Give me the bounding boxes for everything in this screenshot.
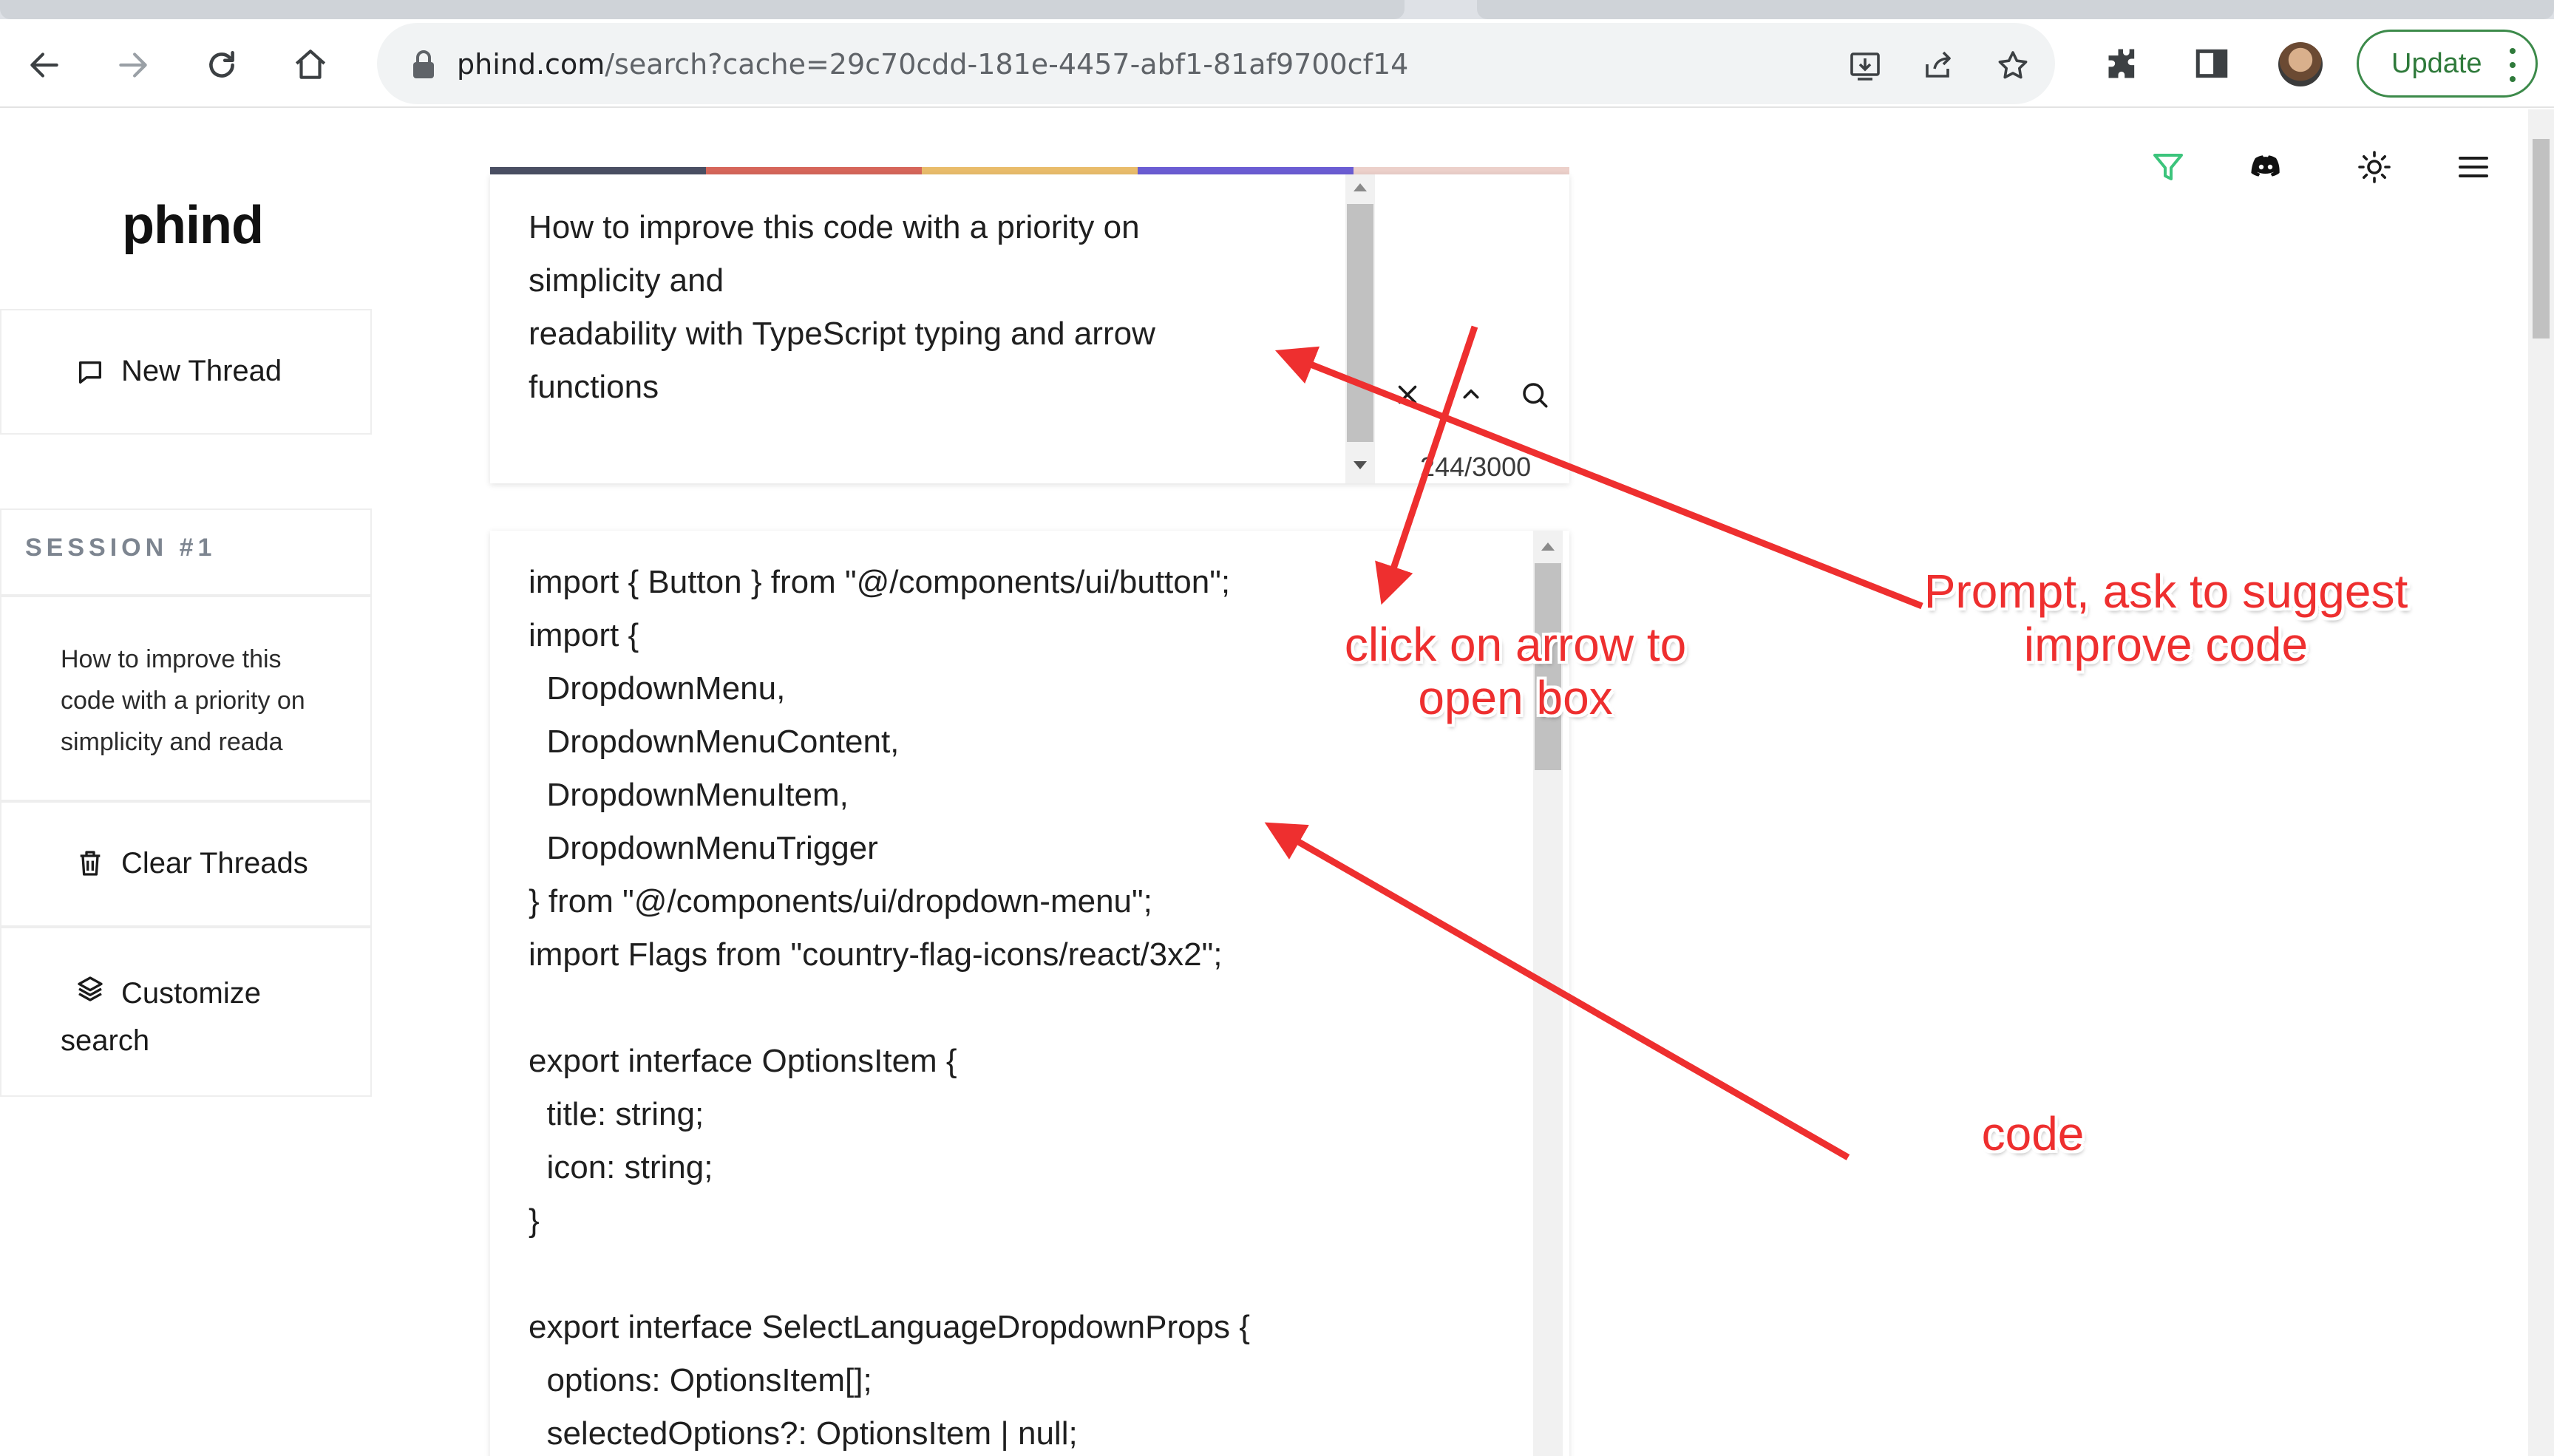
- scroll-down-arrow[interactable]: [1354, 461, 1367, 469]
- forward-icon[interactable]: [109, 41, 157, 89]
- url-path: /search?cache=29c70cdd-181e-4457-abf1-81…: [605, 48, 1409, 81]
- color-segment: [922, 167, 1138, 174]
- back-icon[interactable]: [21, 41, 68, 89]
- prompt-line: simplicity and: [529, 262, 724, 299]
- code-line: options: OptionsItem[];: [529, 1362, 872, 1398]
- hamburger-menu-icon[interactable]: [2453, 146, 2494, 188]
- chevron-up-icon[interactable]: [1450, 374, 1492, 415]
- inactive-tab[interactable]: [0, 0, 1405, 19]
- session-title: SESSION #1: [25, 534, 217, 562]
- color-segment: [706, 167, 922, 174]
- page-scrollbar[interactable]: [2528, 109, 2554, 1456]
- code-line: DropdownMenuTrigger: [529, 830, 878, 866]
- scrollbar-thumb[interactable]: [1347, 204, 1373, 442]
- prompt-line: readability with TypeScript typing and a…: [529, 316, 1155, 352]
- code-line: export interface OptionsItem {: [529, 1043, 957, 1079]
- browser-toolbar: phind.com/search?cache=29c70cdd-181e-445…: [0, 19, 2554, 108]
- tab-strip: [0, 0, 2554, 19]
- code-line: title: string;: [529, 1096, 704, 1132]
- prompt-line: How to improve this code with a priority…: [529, 209, 1140, 245]
- url-text[interactable]: phind.com/search?cache=29c70cdd-181e-445…: [457, 48, 1408, 81]
- color-segment: [490, 167, 706, 174]
- page-scrollbar-thumb[interactable]: [2533, 139, 2550, 339]
- inactive-tab[interactable]: [1477, 0, 2554, 19]
- theme-sun-icon[interactable]: [2354, 146, 2395, 188]
- code-line: DropdownMenuItem,: [529, 777, 849, 813]
- customize-search-label: Customize search: [61, 977, 261, 1057]
- discord-icon[interactable]: [2245, 146, 2286, 188]
- update-button[interactable]: Update: [2357, 30, 2538, 98]
- character-count: 244/3000: [1420, 452, 1532, 482]
- phind-page: phind New Thread SESSION #1 How to impro…: [0, 109, 2528, 1456]
- annotation-line: open box: [1418, 671, 1613, 724]
- code-line: selectedOptions?: OptionsItem | null;: [529, 1415, 1078, 1452]
- code-line: import { Button } from "@/components/ui/…: [529, 564, 1231, 600]
- annotation-prompt-note: Prompt, ask to suggest improve code: [1922, 565, 2410, 671]
- address-bar[interactable]: phind.com/search?cache=29c70cdd-181e-445…: [377, 23, 2055, 104]
- prompt-input-box[interactable]: How to improve this code with a priority…: [490, 174, 1569, 483]
- code-line: import Flags from "country-flag-icons/re…: [529, 936, 1223, 973]
- url-host: phind.com: [457, 48, 605, 81]
- code-line: export interface SelectLanguageDropdownP…: [529, 1309, 1250, 1345]
- annotation-line: improve code: [2023, 618, 2309, 671]
- new-thread-label: New Thread: [121, 355, 282, 387]
- session-thread-item[interactable]: How to improve this code with a priority…: [0, 596, 372, 801]
- reload-icon[interactable]: [198, 41, 245, 89]
- annotation-code-note: code: [1981, 1107, 2085, 1160]
- update-label: Update: [2391, 48, 2482, 79]
- color-segment: [1354, 167, 1569, 174]
- install-icon[interactable]: [1844, 45, 1886, 86]
- scroll-up-arrow[interactable]: [1541, 542, 1555, 551]
- prompt-scrollbar[interactable]: [1345, 174, 1375, 483]
- lock-icon[interactable]: [410, 50, 437, 80]
- new-thread-button[interactable]: New Thread: [0, 309, 372, 435]
- annotation-arrow-note: click on arrow to open box: [1331, 618, 1700, 724]
- side-panel-icon[interactable]: [2190, 41, 2234, 86]
- chat-bubble-icon: [79, 361, 101, 384]
- session-header: SESSION #1: [0, 508, 372, 596]
- phind-logo[interactable]: phind: [122, 195, 264, 256]
- prompt-line: functions: [529, 369, 659, 405]
- session-thread-text: How to improve this code with a priority…: [61, 645, 305, 756]
- close-icon[interactable]: [1387, 374, 1428, 415]
- bookmark-star-icon[interactable]: [1992, 45, 2034, 86]
- code-line: } from "@/components/ui/dropdown-menu";: [529, 883, 1152, 919]
- menu-kebab-icon[interactable]: [2509, 48, 2516, 82]
- prompt-color-bar: [490, 167, 1569, 174]
- clear-threads-button[interactable]: Clear Threads: [0, 801, 372, 927]
- trash-icon: [80, 851, 101, 876]
- code-line: }: [529, 1202, 540, 1239]
- customize-search-button[interactable]: Customize search: [0, 927, 372, 1097]
- profile-avatar[interactable]: [2278, 42, 2323, 86]
- share-icon[interactable]: [1918, 45, 1960, 86]
- annotation-line: click on arrow to: [1344, 618, 1687, 671]
- code-line: icon: string;: [529, 1149, 713, 1185]
- color-segment: [1138, 167, 1354, 174]
- filter-icon[interactable]: [2147, 146, 2189, 188]
- prompt-textarea[interactable]: How to improve this code with a priority…: [529, 201, 1342, 414]
- clear-threads-label: Clear Threads: [121, 847, 308, 880]
- extensions-puzzle-icon[interactable]: [2101, 41, 2145, 86]
- annotation-line: Prompt, ask to suggest: [1923, 565, 2408, 618]
- search-icon[interactable]: [1514, 374, 1555, 415]
- home-icon[interactable]: [287, 41, 334, 89]
- scroll-up-arrow[interactable]: [1354, 183, 1367, 191]
